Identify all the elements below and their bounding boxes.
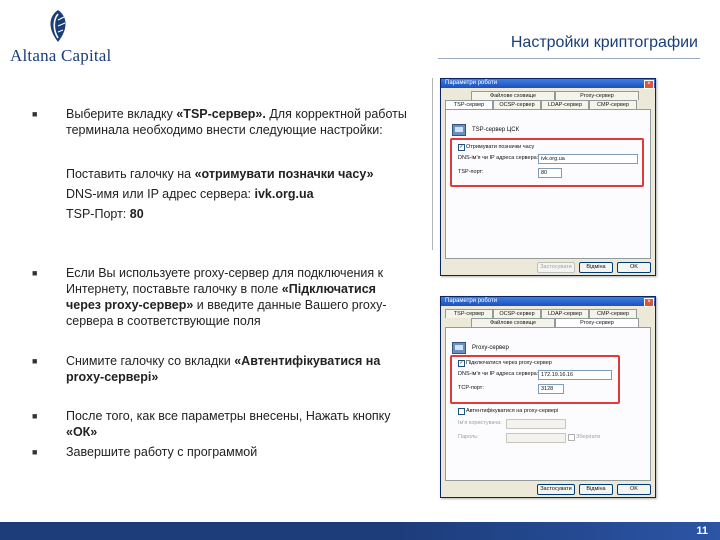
server-icon [452, 124, 466, 136]
close-icon[interactable]: × [644, 298, 654, 307]
group-heading: TSP-сервер ЦСК [472, 127, 520, 133]
timestamp-label: Отримувати позначки часу [466, 144, 535, 150]
proxy-dns-field[interactable]: 172.19.16.16 [538, 370, 612, 380]
tab-tsp[interactable]: TSP-сервер [445, 100, 493, 109]
bullet-bold: «TSP-сервер». [176, 107, 266, 121]
port-field[interactable]: 80 [538, 168, 562, 178]
port-label: TSP-порт: [458, 169, 484, 175]
tab-ocsp[interactable]: OCSP-сервер [493, 100, 541, 109]
tab-ocsp[interactable]: OCSP-сервер [493, 309, 541, 318]
footer-bar: 11 [0, 522, 720, 540]
apply-button[interactable]: Застосувати [537, 484, 575, 495]
bullet-text: Завершите работу с программой [66, 445, 258, 459]
server-icon [452, 342, 466, 354]
tab-tsp[interactable]: TSP-сервер [445, 309, 493, 318]
bullet-marker: ■ [32, 411, 38, 421]
cancel-button[interactable]: Відміна [579, 262, 613, 273]
ok-button[interactable]: OK [617, 262, 651, 273]
tab-row-upper: Файлове сховище Proxy-сервер [471, 91, 639, 100]
tab-proxy[interactable]: Proxy-сервер [555, 318, 639, 327]
tab-row-lower: TSP-сервер OCSP-сервер LDAP-сервер CMP-с… [445, 100, 637, 109]
tsp-panel: TSP-сервер ЦСК ✓ Отримувати позначки час… [445, 109, 651, 259]
close-icon[interactable]: × [644, 80, 654, 89]
dialog-title: Параметри роботи [445, 298, 498, 304]
tab-row-upper: TSP-сервер OCSP-сервер LDAP-сервер CMP-с… [445, 309, 637, 318]
bullet-text: Выберите вкладку [66, 107, 177, 121]
step-port: TSP-Порт: 80 [66, 206, 411, 222]
ok-button[interactable]: OK [617, 484, 651, 495]
tab-ldap[interactable]: LDAP-сервер [541, 100, 589, 109]
proxy-port-field[interactable]: 3128 [538, 384, 564, 394]
tab-proxy[interactable]: Proxy-сервер [555, 91, 639, 100]
page-number: 11 [696, 525, 708, 537]
bullet-marker: ■ [32, 447, 38, 457]
proxy-panel: Proxy-сервер ✓ Підключатися через proxy-… [445, 327, 651, 481]
bullet-text: После того, как все параметры внесены, Н… [66, 409, 391, 423]
tab-row-lower: Файлове сховище Proxy-сервер [471, 318, 639, 327]
bullet-text: Снимите галочку со вкладки [66, 354, 235, 368]
title-divider [438, 58, 700, 59]
settings-dialog-proxy: Параметри роботи × TSP-сервер OCSP-сервер… [440, 296, 656, 498]
step-text: DNS-имя или IP адрес сервера: [66, 187, 255, 201]
dialog-title: Параметри роботи [445, 80, 498, 86]
dialog-titlebar: Параметри роботи × [441, 297, 655, 307]
save-password-label: Зберігати [576, 434, 601, 440]
timestamp-checkbox[interactable]: ✓ [458, 144, 465, 151]
tab-file-storage[interactable]: Файлове сховище [471, 91, 555, 100]
brand-name: Altana Capital [10, 46, 112, 65]
leaf-emblem-icon [50, 10, 66, 42]
username-label: Ім'я користувача: [458, 420, 502, 426]
password-label: Пароль: [458, 434, 479, 440]
step-bold: «отримувати позначки часу» [194, 167, 374, 181]
settings-dialog-tsp: Параметри роботи × Файлове сховище Proxy-… [440, 78, 656, 276]
step-dns: DNS-имя или IP адрес сервера: ivk.org.ua [66, 186, 411, 202]
step-text: TSP-Порт: [66, 207, 130, 221]
password-field[interactable] [506, 433, 566, 443]
use-proxy-checkbox[interactable]: ✓ [458, 360, 465, 367]
auth-label: Автентифікуватися на proxy-сервері [466, 408, 559, 414]
save-password-checkbox[interactable] [568, 434, 575, 441]
bullet-marker: ■ [32, 356, 38, 366]
tab-ldap[interactable]: LDAP-сервер [541, 309, 589, 318]
step-checkbox: Поставить галочку на «отримувати позначк… [66, 166, 411, 182]
bullet-marker: ■ [32, 268, 38, 278]
group-heading: Proxy-сервер [472, 345, 509, 351]
page-title: Настройки криптографии [510, 34, 698, 51]
proxy-dns-label: DNS-ім'я чи IP адреса сервера: [458, 371, 539, 377]
bullet-marker: ■ [32, 109, 38, 119]
cancel-button[interactable]: Відміна [579, 484, 613, 495]
step-bold: ivk.org.ua [254, 187, 314, 201]
step-bold: 80 [129, 207, 144, 221]
use-proxy-label: Підключатися через proxy-сервер [466, 360, 552, 366]
company-logo: Altana Capital [10, 8, 130, 68]
dialog-titlebar: Параметри роботи × [441, 79, 655, 89]
username-field[interactable] [506, 419, 566, 429]
apply-button[interactable]: Застосувати [537, 262, 575, 273]
dns-label: DNS-ім'я чи IP адреса сервера: [458, 155, 539, 161]
dns-field[interactable]: ivk.org.ua [538, 154, 638, 164]
step-text: Поставить галочку на [66, 167, 195, 181]
bullet-bold: «ОК» [66, 425, 98, 439]
tab-file-storage[interactable]: Файлове сховище [471, 318, 555, 327]
proxy-port-label: TCP-порт: [458, 385, 484, 391]
auth-checkbox[interactable] [458, 408, 465, 415]
tab-cmp[interactable]: CMP-сервер [589, 100, 637, 109]
tab-cmp[interactable]: CMP-сервер [589, 309, 637, 318]
